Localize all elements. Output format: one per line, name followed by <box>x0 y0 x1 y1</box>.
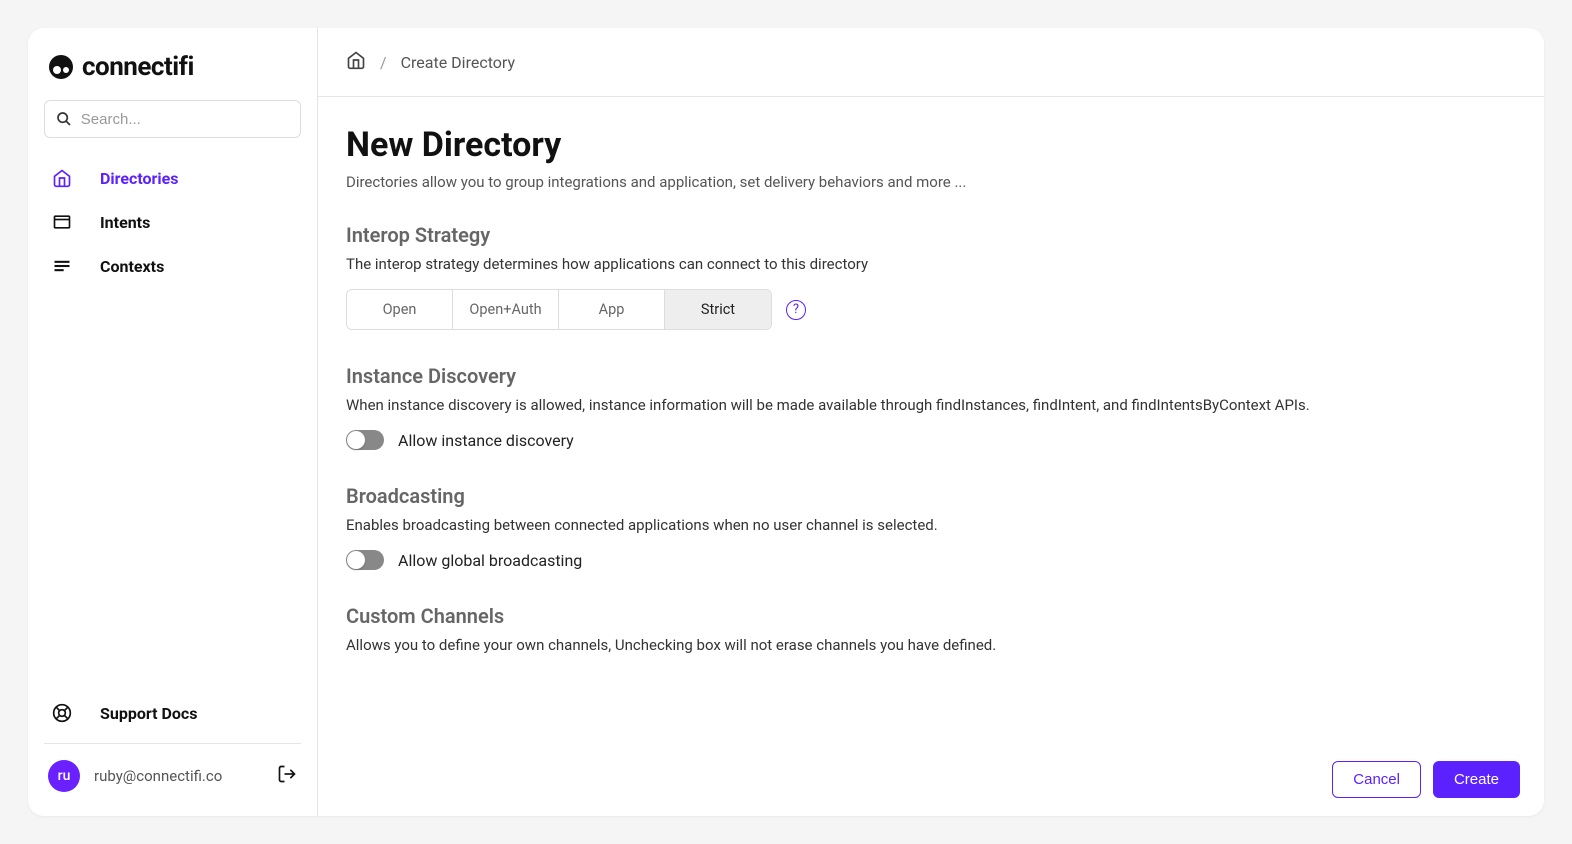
section-broadcasting: Broadcasting Enables broadcasting betwee… <box>346 484 1516 570</box>
logout-icon[interactable] <box>277 764 297 788</box>
interop-option-open[interactable]: Open <box>347 290 453 329</box>
interop-option-app[interactable]: App <box>559 290 665 329</box>
section-title: Custom Channels <box>346 604 1516 628</box>
help-icon <box>52 703 72 723</box>
discovery-toggle[interactable] <box>346 430 384 450</box>
section-channels: Custom Channels Allows you to define you… <box>346 604 1516 654</box>
sidebar-item-label: Intents <box>100 213 150 232</box>
divider <box>44 743 301 744</box>
user-row: ru ruby@connectifi.co <box>44 752 301 800</box>
footer-actions: Cancel Create <box>1308 743 1544 816</box>
section-title: Interop Strategy <box>346 223 1516 247</box>
section-title: Broadcasting <box>346 484 1516 508</box>
breadcrumb-current: Create Directory <box>401 53 515 72</box>
section-desc: When instance discovery is allowed, inst… <box>346 396 1516 414</box>
page-title: New Directory <box>346 125 1516 165</box>
cancel-button[interactable]: Cancel <box>1332 761 1421 798</box>
window-icon <box>52 212 72 232</box>
home-icon <box>52 168 72 188</box>
interop-option-open-auth[interactable]: Open+Auth <box>453 290 559 329</box>
avatar[interactable]: ru <box>48 760 80 792</box>
breadcrumb: / Create Directory <box>318 28 1544 97</box>
sidebar-nav: Directories Intents Contexts <box>44 156 301 691</box>
logo[interactable]: connectifi <box>44 48 301 100</box>
list-icon <box>52 256 72 276</box>
section-interop: Interop Strategy The interop strategy de… <box>346 223 1516 330</box>
section-desc: Allows you to define your own channels, … <box>346 636 1516 654</box>
user-email: ruby@connectifi.co <box>94 767 263 785</box>
create-button[interactable]: Create <box>1433 761 1520 798</box>
search-icon <box>55 109 73 129</box>
support-docs-label: Support Docs <box>100 704 197 723</box>
support-docs-link[interactable]: Support Docs <box>44 691 301 735</box>
discovery-toggle-label: Allow instance discovery <box>398 431 574 450</box>
interop-help-icon[interactable]: ? <box>786 300 806 320</box>
section-desc: Enables broadcasting between connected a… <box>346 516 1516 534</box>
search-input[interactable] <box>81 111 290 128</box>
sidebar-item-contexts[interactable]: Contexts <box>44 244 301 288</box>
logo-mark-icon <box>48 54 74 80</box>
broadcasting-toggle-label: Allow global broadcasting <box>398 551 582 570</box>
sidebar-item-intents[interactable]: Intents <box>44 200 301 244</box>
interop-option-strict[interactable]: Strict <box>665 290 771 329</box>
breadcrumb-home-icon[interactable] <box>346 50 366 74</box>
sidebar-item-label: Contexts <box>100 257 164 276</box>
section-discovery: Instance Discovery When instance discove… <box>346 364 1516 450</box>
interop-strategy-segmented: Open Open+Auth App Strict <box>346 289 772 330</box>
sidebar-item-label: Directories <box>100 169 179 188</box>
logo-text: connectifi <box>82 52 194 82</box>
broadcasting-toggle[interactable] <box>346 550 384 570</box>
section-title: Instance Discovery <box>346 364 1516 388</box>
sidebar-item-directories[interactable]: Directories <box>44 156 301 200</box>
section-desc: The interop strategy determines how appl… <box>346 255 1516 273</box>
search-input-wrapper[interactable] <box>44 100 301 138</box>
breadcrumb-separator: / <box>380 53 387 72</box>
page-subtitle: Directories allow you to group integrati… <box>346 173 1516 191</box>
